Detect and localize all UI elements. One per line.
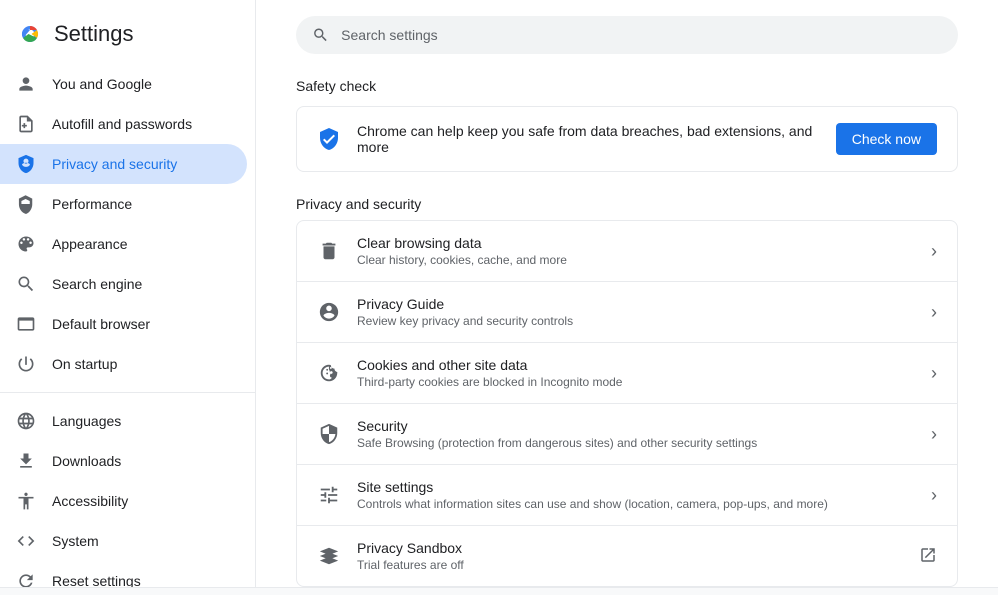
cookies-text: Cookies and other site data Third-party … [357,357,915,389]
search-bar-container [256,0,998,70]
chevron-right-icon: › [931,302,937,323]
sidebar-item-label: Default browser [52,316,150,332]
privacy-sandbox-text: Privacy Sandbox Trial features are off [357,540,903,572]
sidebar-item-you-and-google[interactable]: You and Google [0,64,247,104]
privacy-sandbox-item[interactable]: Privacy Sandbox Trial features are off [297,526,957,586]
settings-content: Safety check Chrome can help keep you sa… [256,70,998,587]
sidebar-item-default-browser[interactable]: Default browser [0,304,247,344]
sidebar-item-autofill[interactable]: Autofill and passwords [0,104,247,144]
search-engine-icon [16,274,36,294]
sidebar-item-label: Reset settings [52,573,141,587]
sidebar-item-downloads[interactable]: Downloads [0,441,247,481]
clear-browsing-text: Clear browsing data Clear history, cooki… [357,235,915,267]
sidebar-item-search-engine[interactable]: Search engine [0,264,247,304]
check-now-button[interactable]: Check now [836,123,937,155]
nav-divider-1 [0,392,255,393]
sidebar-item-label: On startup [52,356,117,372]
shield-icon [16,154,36,174]
privacy-settings-card: Clear browsing data Clear history, cooki… [296,220,958,587]
performance-icon [16,194,36,214]
privacy-guide-text: Privacy Guide Review key privacy and sec… [357,296,915,328]
search-input[interactable] [341,27,942,43]
search-icon [312,26,329,44]
appearance-icon [16,234,36,254]
site-settings-desc: Controls what information sites can use … [357,497,915,511]
privacy-guide-item[interactable]: Privacy Guide Review key privacy and sec… [297,282,957,343]
cookies-desc: Third-party cookies are blocked in Incog… [357,375,915,389]
external-link-icon [919,546,937,567]
privacy-section-heading: Privacy and security [296,196,958,212]
chevron-right-icon: › [931,241,937,262]
sidebar-item-label: Appearance [52,236,128,252]
site-settings-title: Site settings [357,479,915,495]
browser-icon [16,314,36,334]
clear-browsing-title: Clear browsing data [357,235,915,251]
privacy-sandbox-title: Privacy Sandbox [357,540,903,556]
chrome-logo-icon [16,20,44,48]
privacy-sandbox-desc: Trial features are off [357,558,903,572]
safety-check-card: Chrome can help keep you safe from data … [296,106,958,172]
main-content: Safety check Chrome can help keep you sa… [256,0,998,587]
sidebar-item-languages[interactable]: Languages [0,401,247,441]
download-icon [16,451,36,471]
security-title: Security [357,418,915,434]
cookie-icon [317,361,341,385]
sidebar-item-label: Autofill and passwords [52,116,192,132]
startup-icon [16,354,36,374]
sidebar-item-on-startup[interactable]: On startup [0,344,247,384]
reset-icon [16,571,36,587]
sidebar-item-label: You and Google [52,76,152,92]
autofill-icon [16,114,36,134]
sidebar-item-performance[interactable]: Performance [0,184,247,224]
app-title: Settings [54,21,134,47]
chevron-right-icon: › [931,485,937,506]
safety-check-description: Chrome can help keep you safe from data … [357,123,820,155]
sidebar-item-label: Languages [52,413,121,429]
globe-icon [16,411,36,431]
site-settings-icon [317,483,341,507]
system-icon [16,531,36,551]
security-desc: Safe Browsing (protection from dangerous… [357,436,915,450]
sidebar-item-label: Privacy and security [52,156,177,172]
sidebar-item-label: System [52,533,99,549]
search-bar[interactable] [296,16,958,54]
sidebar-item-label: Downloads [52,453,121,469]
sidebar-item-reset[interactable]: Reset settings [0,561,247,587]
privacy-guide-desc: Review key privacy and security controls [357,314,915,328]
sidebar-item-appearance[interactable]: Appearance [0,224,247,264]
chevron-right-icon: › [931,424,937,445]
trash-icon [317,239,341,263]
security-text: Security Safe Browsing (protection from … [357,418,915,450]
sidebar-item-label: Accessibility [52,493,128,509]
chevron-right-icon: › [931,363,937,384]
sidebar-item-accessibility[interactable]: Accessibility [0,481,247,521]
sidebar: Settings You and Google Autofill and pas… [0,0,256,587]
privacy-guide-icon [317,300,341,324]
clear-browsing-data-item[interactable]: Clear browsing data Clear history, cooki… [297,221,957,282]
cookies-item[interactable]: Cookies and other site data Third-party … [297,343,957,404]
sidebar-item-label: Performance [52,196,132,212]
safety-shield-icon [317,127,341,151]
sidebar-item-system[interactable]: System [0,521,247,561]
sidebar-header: Settings [0,8,255,64]
sidebar-item-label: Search engine [52,276,142,292]
clear-browsing-desc: Clear history, cookies, cache, and more [357,253,915,267]
sidebar-item-privacy[interactable]: Privacy and security [0,144,247,184]
privacy-guide-title: Privacy Guide [357,296,915,312]
cookies-title: Cookies and other site data [357,357,915,373]
security-icon [317,422,341,446]
sandbox-icon [317,544,341,568]
site-settings-text: Site settings Controls what information … [357,479,915,511]
footer-bar [0,587,998,595]
safety-check-heading: Safety check [296,78,958,94]
accessibility-icon [16,491,36,511]
security-item[interactable]: Security Safe Browsing (protection from … [297,404,957,465]
person-icon [16,74,36,94]
site-settings-item[interactable]: Site settings Controls what information … [297,465,957,526]
